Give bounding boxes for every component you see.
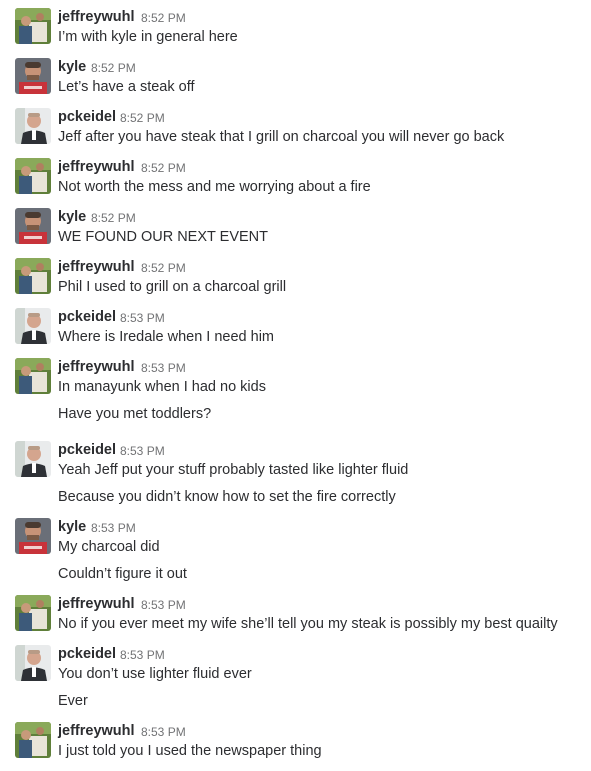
jeffreywuhl-avatar-icon[interactable] [15,158,51,194]
message-timestamp[interactable]: 8:52 PM [141,10,186,26]
jeffreywuhl-avatar-icon[interactable] [15,8,51,44]
message-author[interactable]: jeffreywuhl [58,722,135,740]
jeffreywuhl-avatar-icon[interactable] [15,722,51,758]
message-timestamp[interactable]: 8:52 PM [91,210,136,226]
message-timestamp[interactable]: 8:53 PM [141,724,186,740]
jeffreywuhl-avatar-icon[interactable] [15,595,51,631]
message-author[interactable]: jeffreywuhl [58,358,135,376]
message-text: I just told you I used the newspaper thi… [58,743,322,759]
message-author[interactable]: jeffreywuhl [58,595,135,613]
pckeidel-avatar-icon[interactable] [15,108,51,144]
message-timestamp[interactable]: 8:53 PM [120,443,165,459]
kyle-avatar-icon[interactable] [15,208,51,244]
kyle-avatar-icon[interactable] [15,58,51,94]
message-list: jeffreywuhl 8:52 PM I’m with kyle in gener… [0,0,591,771]
message-author[interactable]: jeffreywuhl [58,8,135,26]
message-text: Couldn’t figure it out [58,566,187,582]
message-timestamp[interactable]: 8:52 PM [120,110,165,126]
jeffreywuhl-avatar-icon[interactable] [15,358,51,394]
message-author[interactable]: pckeidel [58,108,116,126]
message-text: Jeff after you have steak that I grill o… [58,129,505,145]
message-timestamp[interactable]: 8:53 PM [91,520,136,536]
message-timestamp[interactable]: 8:53 PM [120,310,165,326]
message-text: I’m with kyle in general here [58,29,238,45]
message-timestamp[interactable]: 8:53 PM [141,360,186,376]
message-text: No if you ever meet my wife she’ll tell … [58,616,558,632]
message-text: My charcoal did [58,539,160,555]
message-text: Not worth the mess and me worrying about… [58,179,371,195]
pckeidel-avatar-icon[interactable] [15,441,51,477]
message-author[interactable]: pckeidel [58,308,116,326]
message-text: Yeah Jeff put your stuff probably tasted… [58,462,409,478]
message-author[interactable]: kyle [58,208,86,226]
message-timestamp[interactable]: 8:52 PM [141,260,186,276]
message-author[interactable]: pckeidel [58,645,116,663]
message-author[interactable]: jeffreywuhl [58,258,135,276]
jeffreywuhl-avatar-icon[interactable] [15,258,51,294]
message-text: Ever [58,693,88,709]
pckeidel-avatar-icon[interactable] [15,645,51,681]
message-author[interactable]: pckeidel [58,441,116,459]
message-author[interactable]: jeffreywuhl [58,158,135,176]
message-timestamp[interactable]: 8:52 PM [141,160,186,176]
message-timestamp[interactable]: 8:53 PM [120,647,165,663]
message-author[interactable]: kyle [58,58,86,76]
message-text: Because you didn’t know how to set the f… [58,489,396,505]
message-text: Where is Iredale when I need him [58,329,274,345]
kyle-avatar-icon[interactable] [15,518,51,554]
message-author[interactable]: kyle [58,518,86,536]
message-text: Phil I used to grill on a charcoal grill [58,279,287,295]
message-timestamp[interactable]: 8:52 PM [91,60,136,76]
message-timestamp[interactable]: 8:53 PM [141,597,186,613]
message-text: WE FOUND OUR NEXT EVENT [58,229,268,245]
message-text: Let’s have a steak off [58,79,195,95]
message-text: You don’t use lighter fluid ever [58,666,252,682]
message-text: In manayunk when I had no kids [58,379,266,395]
pckeidel-avatar-icon[interactable] [15,308,51,344]
message-text: Have you met toddlers? [58,406,212,422]
